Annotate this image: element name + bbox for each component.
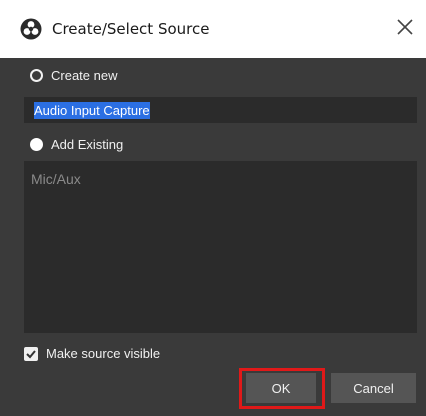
list-item[interactable]: Mic/Aux [31,171,81,187]
checkmark-icon [26,349,36,358]
create-new-radio[interactable] [30,69,43,82]
dialog-title: Create/Select Source [52,20,210,38]
add-existing-option[interactable]: Add Existing [30,137,123,152]
cancel-button[interactable]: Cancel [331,373,416,403]
ok-button-highlight [239,368,325,409]
create-new-label: Create new [51,68,118,83]
make-visible-label: Make source visible [46,346,161,361]
close-icon[interactable] [394,16,416,38]
make-visible-checkbox[interactable] [24,346,38,361]
add-existing-label: Add Existing [51,137,124,152]
add-existing-radio[interactable] [30,138,43,151]
make-visible-option[interactable]: Make source visible [24,346,160,361]
existing-sources-list[interactable]: Mic/Aux [24,161,417,333]
title-bar: Create/Select Source [0,0,426,58]
source-name-input[interactable]: Audio Input Capture [24,97,417,123]
create-new-option[interactable]: Create new [30,68,117,83]
obs-logo-icon [20,18,42,40]
source-name-value: Audio Input Capture [34,101,150,119]
